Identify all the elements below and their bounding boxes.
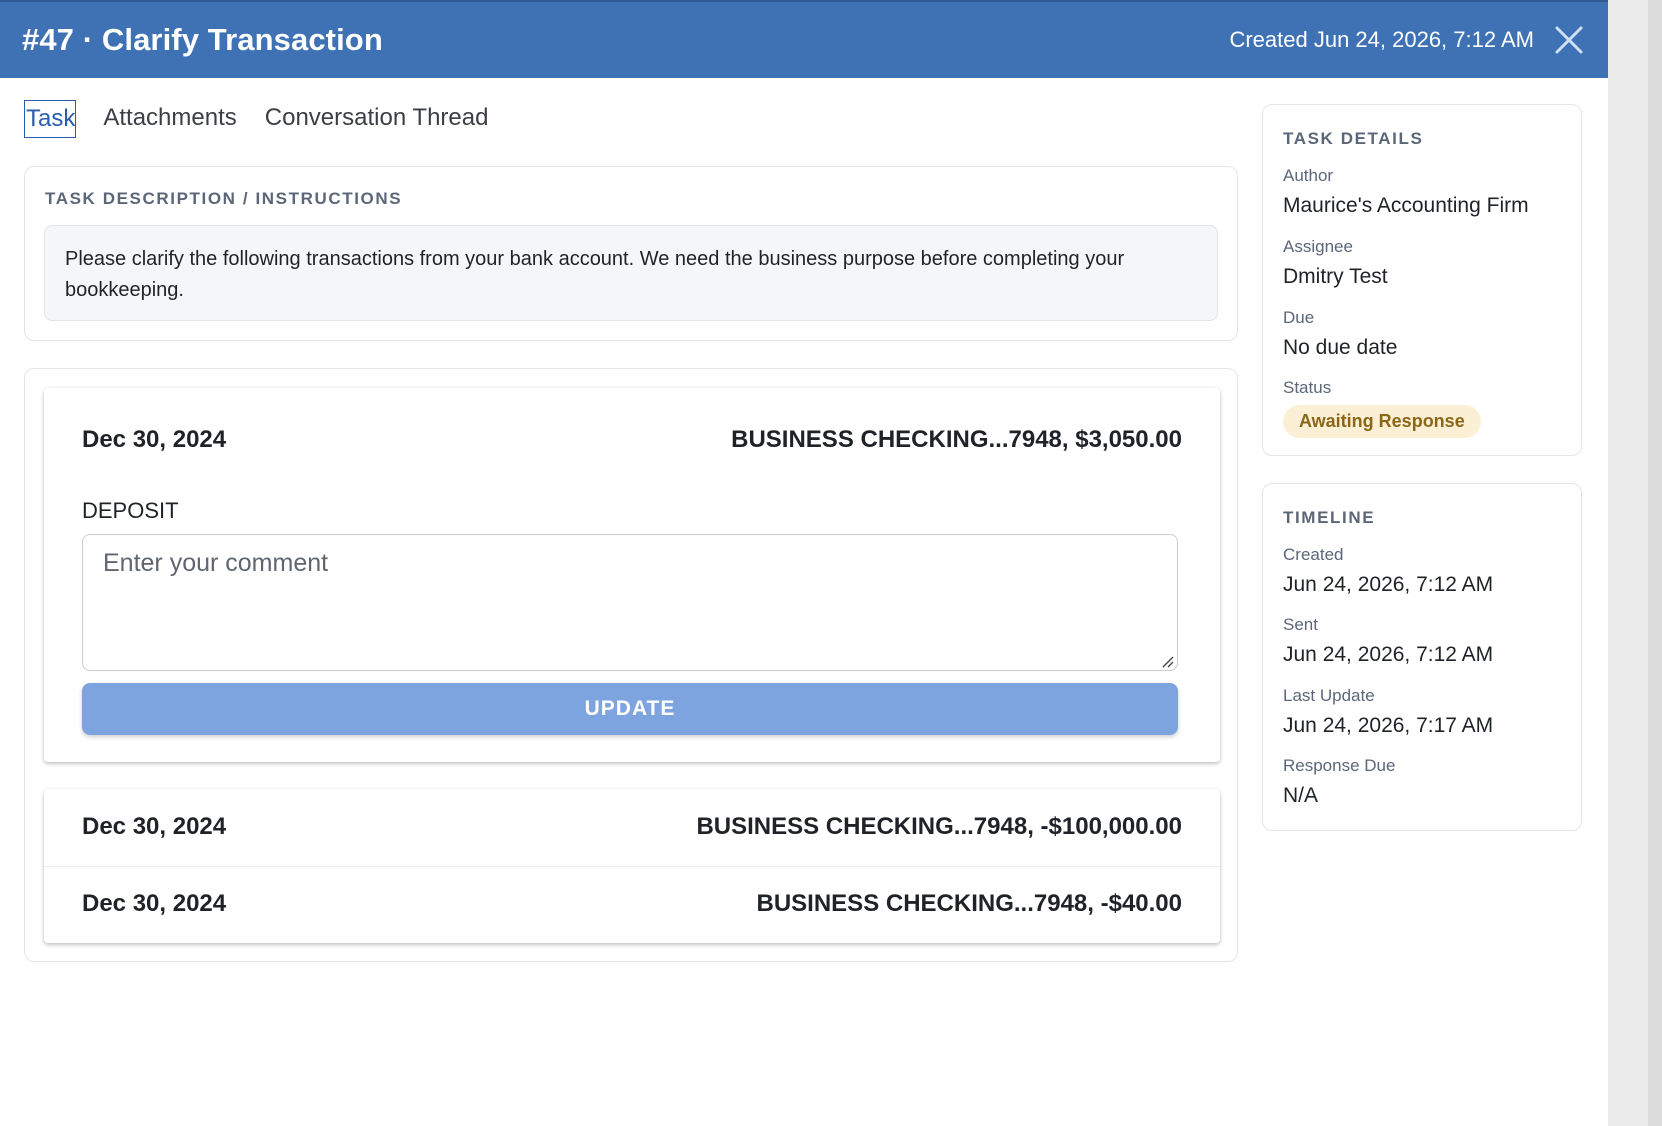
transactions-card: Dec 30, 2024 BUSINESS CHECKING...7948, $…	[24, 368, 1238, 962]
author-field: Author Maurice's Accounting Firm	[1283, 165, 1529, 221]
transaction-list-collapsed: Dec 30, 2024 BUSINESS CHECKING...7948, -…	[44, 789, 1220, 943]
tab-task[interactable]: Task	[24, 100, 77, 138]
backdrop-scrollbar[interactable]	[1648, 0, 1662, 1126]
field-label: Sent	[1283, 615, 1318, 634]
transaction-account: BUSINESS CHECKING...7948, -$100,000.00	[696, 813, 1182, 840]
field-label: Last Update	[1283, 686, 1375, 705]
backdrop	[1608, 0, 1662, 1126]
field-label: Assignee	[1283, 237, 1353, 256]
assignee-value: Dmitry Test	[1283, 265, 1388, 288]
transaction-type: DEPOSIT	[82, 498, 179, 523]
response-due-field: Response Due N/A	[1283, 755, 1395, 811]
update-button[interactable]: UPDATE	[82, 683, 1178, 735]
due-field: Due No due date	[1283, 307, 1397, 363]
transaction-item-expanded: Dec 30, 2024 BUSINESS CHECKING...7948, $…	[44, 388, 1220, 762]
due-value: No due date	[1283, 336, 1398, 359]
modal-title: #47 · Clarify Transaction	[22, 22, 383, 57]
section-label: TIMELINE	[1283, 508, 1376, 527]
task-details-card: TASK DETAILS Author Maurice's Accounting…	[1262, 104, 1582, 456]
last-update-field: Last Update Jun 24, 2026, 7:17 AM	[1283, 685, 1493, 741]
transaction-date: Dec 30, 2024	[82, 426, 227, 453]
transaction-header[interactable]: Dec 30, 2024 BUSINESS CHECKING...7948, $…	[82, 422, 1182, 458]
task-modal: #47 · Clarify Transaction Created Jun 24…	[0, 0, 1608, 1126]
section-label: TASK DETAILS	[1283, 129, 1424, 148]
status-badge: Awaiting Response	[1283, 405, 1481, 438]
transaction-date: Dec 30, 2024	[82, 813, 227, 840]
tab-attachments[interactable]: Attachments	[102, 100, 237, 138]
sent-field: Sent Jun 24, 2026, 7:12 AM	[1283, 614, 1493, 670]
transaction-date: Dec 30, 2024	[82, 890, 227, 917]
transaction-account: BUSINESS CHECKING...7948, -$40.00	[756, 890, 1183, 917]
response-due-value: N/A	[1283, 784, 1319, 807]
timeline-card: TIMELINE Created Jun 24, 2026, 7:12 AM S…	[1262, 483, 1582, 831]
resize-handle-icon[interactable]	[1160, 654, 1174, 668]
transaction-account: BUSINESS CHECKING...7948, $3,050.00	[731, 426, 1182, 453]
modal-header: #47 · Clarify Transaction Created Jun 24…	[0, 0, 1608, 78]
field-label: Author	[1283, 166, 1334, 185]
assignee-field: Assignee Dmitry Test	[1283, 236, 1388, 292]
tab-conversation-thread[interactable]: Conversation Thread	[264, 100, 490, 138]
field-label: Created	[1283, 545, 1344, 564]
divider	[44, 866, 1220, 867]
sent-value: Jun 24, 2026, 7:12 AM	[1283, 643, 1494, 666]
close-button[interactable]	[1552, 23, 1586, 57]
close-icon	[1555, 26, 1583, 54]
created-value: Jun 24, 2026, 7:12 AM	[1283, 573, 1494, 596]
field-label: Response Due	[1283, 756, 1396, 775]
task-description-card: TASK DESCRIPTION / INSTRUCTIONS Please c…	[24, 166, 1238, 341]
field-label: Due	[1283, 308, 1315, 327]
created-timestamp: Created Jun 24, 2026, 7:12 AM	[1229, 27, 1534, 52]
last-update-value: Jun 24, 2026, 7:17 AM	[1283, 714, 1494, 737]
transaction-row[interactable]: Dec 30, 2024 BUSINESS CHECKING...7948, -…	[82, 807, 1182, 847]
field-label: Status	[1283, 378, 1332, 397]
author-value: Maurice's Accounting Firm	[1283, 194, 1529, 217]
comment-input[interactable]	[82, 534, 1178, 671]
status-field: Status Awaiting Response	[1283, 377, 1481, 438]
created-field: Created Jun 24, 2026, 7:12 AM	[1283, 544, 1493, 600]
transaction-row[interactable]: Dec 30, 2024 BUSINESS CHECKING...7948, -…	[82, 884, 1182, 924]
tab-bar: Task Attachments Conversation Thread	[24, 100, 489, 138]
modal-content: Task Attachments Conversation Thread TAS…	[0, 78, 1608, 1126]
task-description-text: Please clarify the following transaction…	[44, 225, 1218, 321]
section-label: TASK DESCRIPTION / INSTRUCTIONS	[45, 189, 403, 208]
